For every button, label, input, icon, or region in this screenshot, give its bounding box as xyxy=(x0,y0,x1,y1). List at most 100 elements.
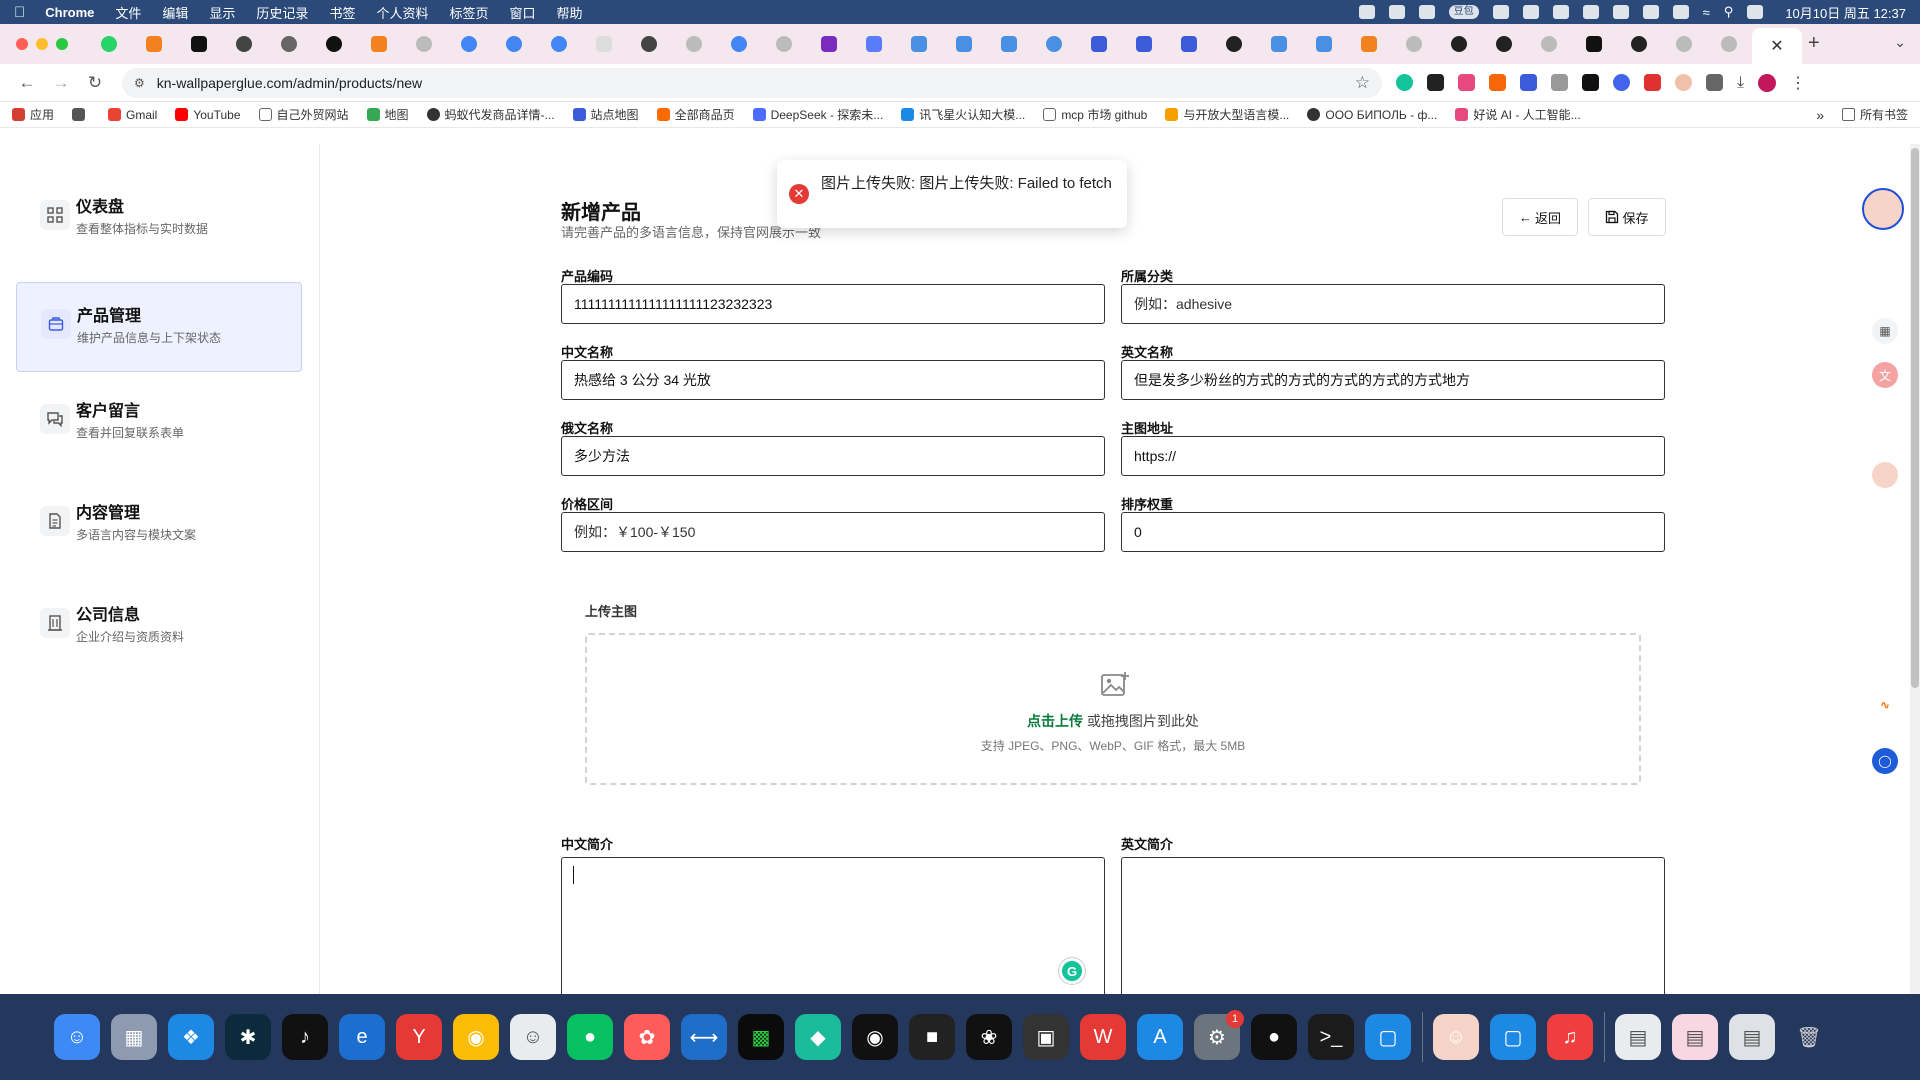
main-image-url-input[interactable] xyxy=(1121,436,1665,476)
bookmark-item[interactable]: 讯飞星火认知大模... xyxy=(901,106,1025,123)
grammarly-icon[interactable]: G xyxy=(1059,958,1085,984)
menu-profile[interactable]: 个人资料 xyxy=(376,3,428,22)
tab-github[interactable] xyxy=(1436,24,1481,64)
zoom-window-button[interactable] xyxy=(56,38,68,50)
menu-file[interactable]: 文件 xyxy=(115,3,141,22)
site-info-icon[interactable]: ⚙ xyxy=(134,76,145,90)
bookmark-item[interactable]: 全部商品页 xyxy=(656,106,735,123)
tray-app-icon[interactable] xyxy=(1388,5,1405,19)
ext-icon[interactable] xyxy=(1489,74,1506,91)
tab-google[interactable] xyxy=(491,24,536,64)
bookmark-item[interactable]: 地图 xyxy=(366,106,409,123)
app-icon[interactable]: ✿ xyxy=(624,1014,670,1060)
tab-chrome[interactable] xyxy=(266,24,311,64)
tray-app-icon[interactable] xyxy=(1582,5,1599,19)
bookmark-item[interactable]: Gmail xyxy=(108,108,157,122)
sidebar-item-messages[interactable]: 客户留言 查看并回复联系表单 xyxy=(16,378,302,468)
alibaba-1688-icon[interactable]: ∿ xyxy=(1872,692,1898,718)
bookmark-item[interactable]: ООО БИПОЛЬ - ф... xyxy=(1307,108,1437,122)
name-en-input[interactable] xyxy=(1121,360,1665,400)
active-tab[interactable]: ✕ xyxy=(1752,28,1802,64)
sidebar-item-products[interactable]: 产品管理 维护产品信息与上下架状态 xyxy=(16,282,302,372)
tab-app[interactable] xyxy=(1076,24,1121,64)
intro-en-textarea[interactable] xyxy=(1121,857,1665,997)
sort-weight-input[interactable] xyxy=(1121,512,1665,552)
app-icon[interactable]: ◉ xyxy=(852,1014,898,1060)
terminal-icon[interactable]: >_ xyxy=(1308,1014,1354,1060)
app-icon[interactable]: ▣ xyxy=(1023,1014,1069,1060)
wechat-icon[interactable]: ● xyxy=(567,1014,613,1060)
price-range-input[interactable] xyxy=(561,512,1105,552)
apps-grid-icon[interactable]: ▦ xyxy=(1872,318,1898,344)
tray-app-icon[interactable] xyxy=(1522,5,1539,19)
app-icon[interactable]: ▢ xyxy=(1490,1014,1536,1060)
tray-wechat-icon[interactable] xyxy=(1612,5,1629,19)
wifi-icon[interactable]: ≈ xyxy=(1703,5,1710,20)
qq-icon[interactable]: ● xyxy=(1251,1014,1297,1060)
tab-openai[interactable] xyxy=(626,24,671,64)
bookmark-item[interactable]: DeepSeek - 探索未... xyxy=(752,106,883,123)
menu-view[interactable]: 显示 xyxy=(209,3,235,22)
ext-icon[interactable] xyxy=(1582,74,1599,91)
minimize-window-button[interactable] xyxy=(36,38,48,50)
tiktok-icon[interactable]: ♪ xyxy=(282,1014,328,1060)
tab-github[interactable] xyxy=(1481,24,1526,64)
bookmark-item[interactable]: 与开放大型语言模... xyxy=(1165,106,1289,123)
ext-icon[interactable] xyxy=(1675,74,1692,91)
app-store-icon[interactable]: A xyxy=(1137,1014,1183,1060)
layers-ext-icon[interactable] xyxy=(1427,74,1444,91)
category-input[interactable] xyxy=(1121,284,1665,324)
assistant-avatar[interactable] xyxy=(1862,188,1904,230)
tab-link[interactable] xyxy=(851,24,896,64)
bookmark-item[interactable]: 应用 xyxy=(12,106,54,123)
tab-globe[interactable] xyxy=(1391,24,1436,64)
bookmark-item[interactable]: 站点地图 xyxy=(572,106,639,123)
bookmark-item[interactable] xyxy=(72,108,90,121)
grammarly-ext-icon[interactable] xyxy=(1396,74,1413,91)
bookmark-item[interactable]: mcp 市场 github xyxy=(1043,106,1147,123)
ext-icon[interactable] xyxy=(1613,74,1630,91)
tab-cloudflare[interactable] xyxy=(131,24,176,64)
download-icon[interactable]: ⤓ xyxy=(1737,74,1744,92)
wps-icon[interactable]: W xyxy=(1080,1014,1126,1060)
trash-icon[interactable]: 🗑 xyxy=(1786,1014,1832,1060)
chrome-menu-icon[interactable]: ⋮ xyxy=(1790,73,1806,93)
tab-globe[interactable] xyxy=(671,24,716,64)
menu-history[interactable]: 历史记录 xyxy=(256,3,308,22)
tab-bot[interactable] xyxy=(986,24,1031,64)
tab-bot[interactable] xyxy=(1256,24,1301,64)
tab-globe[interactable] xyxy=(1706,24,1751,64)
control-center-icon[interactable] xyxy=(1747,5,1764,19)
system-settings-icon[interactable]: ⚙ 1 xyxy=(1194,1010,1244,1060)
ext-icon[interactable] xyxy=(1520,74,1537,91)
menu-app-name[interactable]: Chrome xyxy=(45,5,94,20)
menu-bookmarks[interactable]: 书签 xyxy=(329,3,355,22)
assistant-mini-avatar[interactable] xyxy=(1872,462,1898,488)
tab-whatsapp[interactable] xyxy=(86,24,131,64)
tab-bot[interactable] xyxy=(1301,24,1346,64)
tab-bot[interactable] xyxy=(941,24,986,64)
tab-globe[interactable] xyxy=(761,24,806,64)
image-dropzone[interactable]: 点击上传 或拖拽图片到此处 支持 JPEG、PNG、WebP、GIF 格式，最大… xyxy=(585,633,1641,785)
translate-icon[interactable]: 文 xyxy=(1872,362,1898,388)
tab-globe[interactable] xyxy=(1661,24,1706,64)
apple-icon[interactable]:  xyxy=(14,4,25,21)
close-window-button[interactable] xyxy=(16,38,28,50)
tab-github[interactable] xyxy=(1616,24,1661,64)
profile-avatar[interactable] xyxy=(1758,73,1777,92)
close-tab-icon[interactable]: ✕ xyxy=(1770,36,1783,56)
back-arrow-icon[interactable]: ← xyxy=(12,73,42,93)
image-thumbnail-icon[interactable]: ▤ xyxy=(1672,1014,1718,1060)
tab-app[interactable] xyxy=(806,24,851,64)
tab-search-icon[interactable]: ⌄ xyxy=(1894,34,1906,51)
tab-globe[interactable] xyxy=(401,24,446,64)
bot-ext-icon[interactable] xyxy=(1551,74,1568,91)
tab-cloud[interactable] xyxy=(1031,24,1076,64)
extensions-puzzle-icon[interactable] xyxy=(1706,74,1723,91)
image-thumbnail-icon[interactable]: ▤ xyxy=(1729,1014,1775,1060)
assistant-avatar-icon[interactable]: ☺ xyxy=(1433,1014,1479,1060)
scrollbar-thumb[interactable] xyxy=(1911,148,1919,688)
finder-icon[interactable]: ☺ xyxy=(54,1014,100,1060)
reload-icon[interactable]: ↻ xyxy=(80,73,110,93)
save-button[interactable]: 保存 xyxy=(1588,198,1666,236)
